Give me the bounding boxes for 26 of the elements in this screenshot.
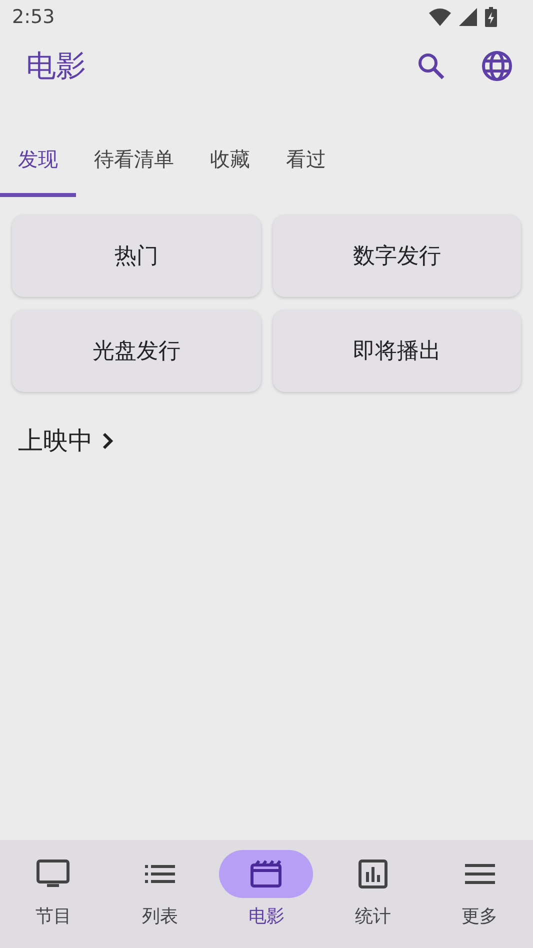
tab[interactable]: 待看清单: [76, 132, 192, 197]
chevron-right-icon: [101, 430, 115, 450]
status-time: 2:53: [12, 6, 55, 28]
wifi-icon: [429, 8, 451, 26]
tv-icon: [36, 859, 70, 889]
nav-item[interactable]: 统计: [320, 850, 426, 948]
clapperboard-icon: [250, 860, 282, 888]
app-title: 电影: [26, 48, 87, 86]
nav-item[interactable]: 列表: [106, 850, 214, 948]
battery-icon: [485, 7, 497, 27]
menu-icon: [464, 863, 495, 885]
tab[interactable]: 看过: [268, 132, 344, 197]
bar-chart-icon: [358, 859, 388, 889]
nav-item[interactable]: 更多: [426, 850, 533, 948]
section-link[interactable]: 上映中: [18, 424, 115, 457]
tab[interactable]: 收藏: [192, 132, 268, 197]
list-icon: [144, 863, 175, 885]
nav-item[interactable]: 电影: [213, 850, 320, 948]
category-button[interactable]: 热门: [12, 215, 260, 297]
category-button[interactable]: 数字发行: [272, 215, 521, 297]
nav-item[interactable]: 节目: [0, 850, 107, 948]
globe-button[interactable]: [479, 48, 515, 84]
signal-icon: [459, 8, 477, 26]
category-button[interactable]: 即将播出: [272, 310, 521, 392]
tab[interactable]: 发现: [0, 132, 76, 197]
category-button[interactable]: 光盘发行: [12, 310, 260, 392]
